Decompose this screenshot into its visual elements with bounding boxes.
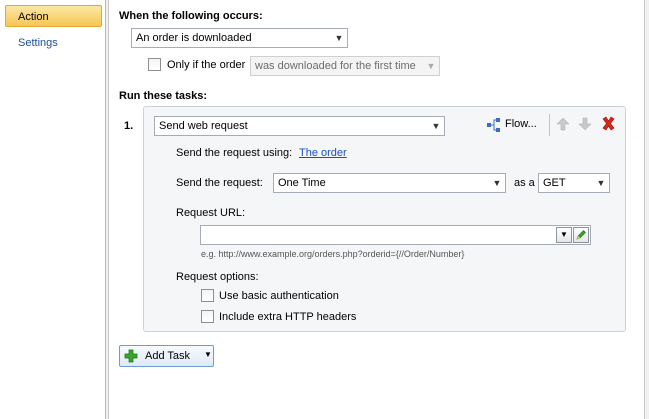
only-if-checkbox[interactable] [148,58,161,71]
send-request-select[interactable]: One Time ▼ [273,173,506,193]
url-edit-button[interactable] [573,227,589,243]
nav-item-action[interactable]: Action [5,5,102,27]
http-method-select[interactable]: GET ▼ [538,173,610,193]
chevron-down-icon: ▼ [560,230,568,239]
flow-button[interactable]: Flow... [487,116,547,134]
task-number: 1. [124,120,134,132]
extra-headers-checkbox[interactable] [201,310,214,323]
scrollbar-gutter [644,0,649,419]
trigger-heading: When the following occurs: [119,10,263,22]
flow-icon [487,118,501,132]
chevron-down-icon: ▼ [334,33,344,43]
chevron-down-icon: ▼ [431,121,441,131]
left-navigation: Action Settings [0,0,106,419]
nav-item-settings[interactable]: Settings [5,31,102,53]
chevron-down-icon: ▼ [596,178,606,188]
send-using-label: Send the request using: [176,147,293,159]
flow-label: Flow... [505,118,537,130]
request-options-label: Request options: [176,271,259,283]
tasks-heading: Run these tasks: [119,90,208,102]
http-method-value: GET [543,177,566,189]
task-type-select[interactable]: Send web request ▼ [154,116,445,136]
as-a-label: as a [514,177,535,189]
task-type-value: Send web request [159,120,248,132]
green-plus-icon [124,349,138,363]
request-url-input[interactable] [200,225,591,245]
trigger-event-value: An order is downloaded [136,32,252,44]
request-url-label: Request URL: [176,207,246,219]
task-panel [143,106,626,332]
nav-item-label: Settings [18,37,58,49]
toolbar-divider [549,114,550,136]
red-x-icon [602,116,615,131]
arrow-up-icon [556,117,570,131]
pencil-icon [576,230,586,240]
nav-item-label: Action [18,11,49,23]
trigger-event-select[interactable]: An order is downloaded ▼ [131,28,348,48]
only-if-select[interactable]: was downloaded for the first time ▼ [250,56,440,76]
add-task-label: Add Task [145,350,191,362]
send-request-value: One Time [278,177,326,189]
basic-auth-checkbox[interactable] [201,289,214,302]
move-down-button[interactable] [578,117,592,131]
extra-headers-label: Include extra HTTP headers [219,311,357,323]
url-template-dropdown-button[interactable]: ▼ [556,227,572,243]
chevron-down-icon: ▼ [204,350,212,359]
chevron-down-icon: ▼ [492,178,502,188]
chevron-down-icon: ▼ [426,61,436,71]
delete-task-button[interactable] [601,116,616,131]
send-request-label: Send the request: [176,177,263,189]
move-up-button[interactable] [556,117,570,131]
arrow-down-icon [578,117,592,131]
only-if-value: was downloaded for the first time [255,60,416,72]
only-if-label: Only if the order [167,59,246,71]
send-using-link[interactable]: The order [299,147,347,159]
request-url-hint: e.g. http://www.example.org/orders.php?o… [201,249,465,259]
add-task-button[interactable]: Add Task ▼ [119,345,214,367]
basic-auth-label: Use basic authentication [219,290,339,302]
